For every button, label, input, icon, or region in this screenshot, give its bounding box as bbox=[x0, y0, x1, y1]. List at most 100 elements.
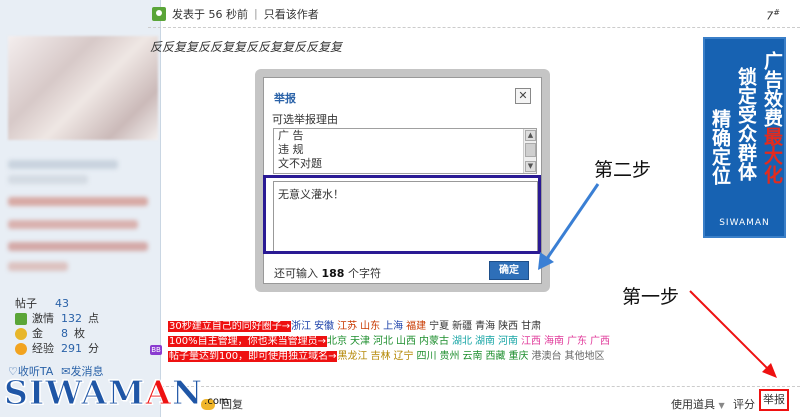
ad-banner[interactable]: 精确定位 锁定受众群体 广告效费最大化 SIWAMAN bbox=[703, 37, 786, 238]
region-link[interactable]: 上海 bbox=[383, 321, 403, 332]
region-link[interactable]: 广东 bbox=[567, 336, 587, 347]
region-link[interactable]: 广西 bbox=[590, 336, 610, 347]
region-link[interactable]: 山西 bbox=[396, 336, 416, 347]
region-link[interactable]: 福建 bbox=[406, 321, 426, 332]
logo-part: SIWA bbox=[4, 373, 108, 413]
stat-passion: 激情 132 点 bbox=[15, 311, 155, 326]
ad-text: 精确定位 bbox=[709, 109, 731, 185]
post-time: 发表于 56 秒前 bbox=[172, 7, 248, 21]
promo-regions: 浙江 安徽 江苏 山东 上海 福建 宁夏 新疆 青海 陕西 甘肃 bbox=[291, 321, 544, 332]
logo-part: N bbox=[171, 373, 204, 413]
confirm-button[interactable]: 确定 bbox=[489, 261, 529, 280]
floor-number[interactable]: 7# bbox=[766, 8, 780, 23]
region-link[interactable]: 湖南 bbox=[475, 336, 495, 347]
comment-highlight-box bbox=[263, 175, 541, 254]
reason-hint: 可选举报理由 bbox=[272, 113, 338, 126]
close-icon[interactable]: ✕ bbox=[515, 88, 531, 104]
report-button[interactable]: 举报 bbox=[759, 389, 789, 411]
region-link[interactable]: 重庆 bbox=[508, 351, 528, 362]
post-content: 反反复复反反复复反反复复反反复复 bbox=[150, 40, 343, 54]
region-link[interactable]: 贵州 bbox=[439, 351, 459, 362]
listbox-scrollbar[interactable]: ▲ ▼ bbox=[523, 129, 536, 173]
region-link[interactable]: 辽宁 bbox=[393, 351, 413, 362]
region-link[interactable]: 四川 bbox=[416, 351, 436, 362]
region-link[interactable]: 山东 bbox=[360, 321, 380, 332]
blurred-user-info bbox=[8, 175, 88, 184]
region-link[interactable]: 西藏 bbox=[485, 351, 505, 362]
stat-unit: 分 bbox=[88, 342, 99, 355]
step-one-label: 第一步 bbox=[622, 286, 680, 308]
gold-coin-icon bbox=[15, 327, 27, 340]
region-link[interactable]: 甘肃 bbox=[521, 321, 541, 332]
divider: | bbox=[254, 7, 258, 20]
reason-option[interactable]: 广 告 bbox=[274, 129, 536, 143]
user-sidebar: 帖子 43 激情 132 点 金 8 枚 经验 291 分 ♡收听TA ✉发消息 bbox=[0, 0, 161, 417]
reason-listbox[interactable]: 广 告 违 规 文不对题 ▲ ▼ bbox=[273, 128, 537, 174]
use-tools-dropdown[interactable]: 使用道具 ▼ bbox=[671, 396, 725, 412]
promo-line-2: 100%自主管理，你也来当管理员→北京 天津 河北 山西 内蒙古 湖北 湖南 河南 江西 海南 广东… bbox=[168, 335, 613, 349]
remaining-count: 188 bbox=[321, 267, 345, 280]
sprout-icon bbox=[15, 312, 27, 325]
stat-unit: 枚 bbox=[74, 327, 85, 340]
remaining-prefix: 还可输入 bbox=[274, 267, 318, 280]
ad-text: 广告效费最大化 bbox=[760, 51, 783, 184]
region-link[interactable]: 吉林 bbox=[370, 351, 390, 362]
stat-value: 8 bbox=[61, 327, 68, 340]
region-link[interactable]: 陕西 bbox=[498, 321, 518, 332]
siwaman-watermark: SIWAMAN .com bbox=[4, 373, 229, 413]
post-action-bar: 回复 使用道具 ▼ 评分 举报 bbox=[161, 386, 800, 417]
user-stats: 帖子 43 激情 132 点 金 8 枚 经验 291 分 bbox=[15, 296, 155, 356]
stat-label: 经验 bbox=[32, 342, 54, 355]
stat-unit: 点 bbox=[88, 312, 99, 325]
region-link[interactable]: 湖北 bbox=[452, 336, 472, 347]
region-link[interactable]: 江苏 bbox=[337, 321, 357, 332]
promo-tag[interactable]: 帖子量达到100，即可使用独立域名→ bbox=[168, 351, 338, 362]
tools-label: 使用道具 bbox=[671, 398, 715, 411]
region-link[interactable]: 河南 bbox=[498, 336, 518, 347]
logo-part: A bbox=[145, 373, 172, 413]
blurred-user-info bbox=[8, 242, 148, 251]
scroll-up-icon[interactable]: ▲ bbox=[525, 130, 536, 141]
region-link[interactable]: 安徽 bbox=[314, 321, 334, 332]
region-link[interactable]: 港澳台 bbox=[531, 351, 561, 362]
stat-label: 帖子 bbox=[15, 297, 37, 310]
region-link[interactable]: 海南 bbox=[544, 336, 564, 347]
stat-value: 291 bbox=[61, 342, 82, 355]
region-link[interactable]: 内蒙古 bbox=[419, 336, 449, 347]
author-only-link[interactable]: 只看该作者 bbox=[264, 6, 319, 22]
red-arrow bbox=[689, 290, 777, 378]
reason-option[interactable]: 文不对题 bbox=[274, 157, 536, 171]
region-link[interactable]: 天津 bbox=[350, 336, 370, 347]
region-link[interactable]: 北京 bbox=[327, 336, 347, 347]
ad-text-red: 最大化 bbox=[761, 127, 783, 184]
scroll-down-icon[interactable]: ▼ bbox=[525, 161, 536, 172]
avatar[interactable] bbox=[8, 36, 158, 140]
blurred-user-info bbox=[8, 160, 118, 169]
region-link[interactable]: 青海 bbox=[475, 321, 495, 332]
online-status-icon bbox=[152, 6, 166, 21]
scroll-thumb[interactable] bbox=[525, 143, 536, 157]
step-two-label: 第二步 bbox=[594, 159, 652, 181]
promo-tag[interactable]: 30秒建立自己的同好圈子→ bbox=[168, 321, 292, 332]
region-link[interactable]: 云南 bbox=[462, 351, 482, 362]
rate-button[interactable]: 评分 bbox=[733, 396, 755, 412]
remaining-suffix: 个字符 bbox=[347, 267, 381, 280]
region-link[interactable]: 其他地区 bbox=[564, 351, 604, 362]
region-link[interactable]: 黑龙江 bbox=[337, 351, 367, 362]
region-link[interactable]: 新疆 bbox=[452, 321, 472, 332]
promo-regions: 黑龙江 吉林 辽宁 四川 贵州 云南 西藏 重庆 港澳台 其他地区 bbox=[337, 351, 607, 362]
reason-option[interactable]: 违 规 bbox=[274, 143, 536, 157]
region-link[interactable]: 浙江 bbox=[291, 321, 311, 332]
region-link[interactable]: 宁夏 bbox=[429, 321, 449, 332]
promo-line-1: 30秒建立自己的同好圈子→浙江 安徽 江苏 山东 上海 福建 宁夏 新疆 青海 陕西 甘肃 bbox=[168, 320, 544, 334]
promo-tag[interactable]: 100%自主管理，你也来当管理员→ bbox=[168, 336, 327, 347]
promo-line-3: 帖子量达到100，即可使用独立域名→黑龙江 吉林 辽宁 四川 贵州 云南 西藏 重庆 港澳台 其他… bbox=[168, 350, 607, 364]
region-link[interactable]: 江西 bbox=[521, 336, 541, 347]
blurred-user-info bbox=[8, 262, 68, 271]
stat-value[interactable]: 43 bbox=[55, 296, 69, 311]
blurred-user-info bbox=[8, 197, 148, 206]
stat-posts: 帖子 43 bbox=[15, 296, 155, 311]
chevron-down-icon: ▼ bbox=[718, 401, 725, 410]
blurred-user-info bbox=[8, 220, 138, 229]
region-link[interactable]: 河北 bbox=[373, 336, 393, 347]
